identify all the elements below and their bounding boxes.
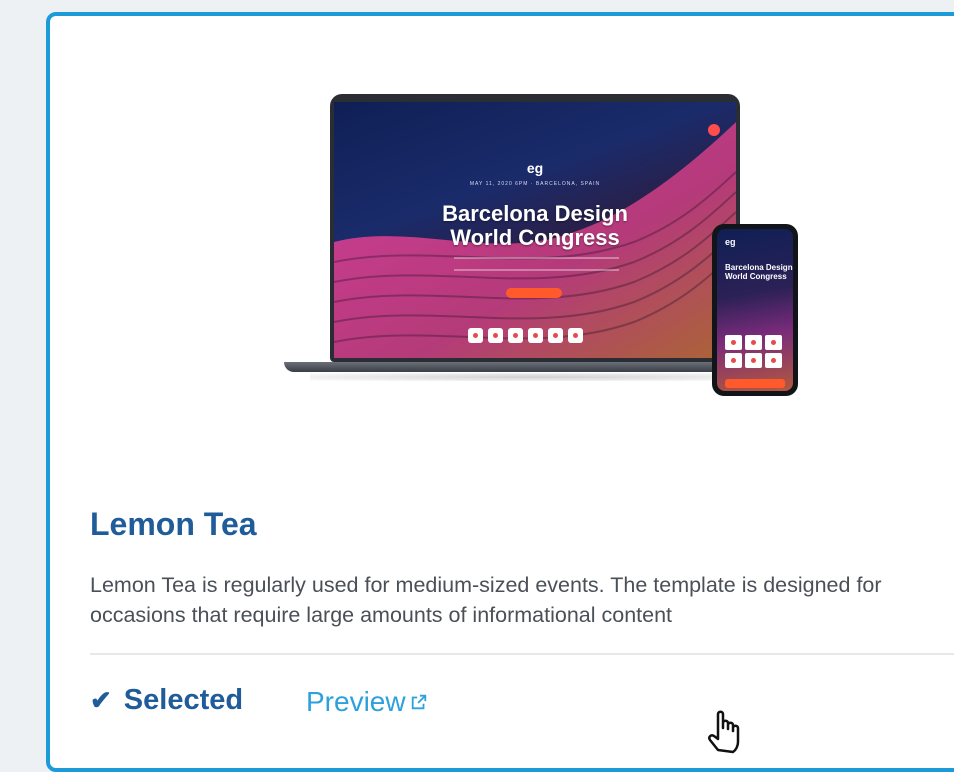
- template-title: Lemon Tea: [90, 506, 257, 542]
- phone-mockup: eg Barcelona Design World Congress: [712, 224, 798, 396]
- preview-label: Preview: [306, 686, 406, 717]
- phone-screen: eg Barcelona Design World Congress: [717, 229, 793, 391]
- preview-link[interactable]: Preview: [306, 686, 428, 718]
- mockup-icon-row: [468, 328, 583, 343]
- selected-status[interactable]: ✔ Selected: [90, 684, 243, 717]
- hand-pointer-cursor-icon: [708, 710, 740, 754]
- laptop-screen: eg MAY 11, 2020 6PM · BARCELONA, SPAIN B…: [334, 102, 736, 358]
- phone-logo: eg: [725, 237, 736, 247]
- mockup-title-line2: World Congress: [450, 225, 620, 250]
- laptop-shadow: [310, 373, 760, 381]
- laptop-base: [284, 362, 786, 372]
- laptop-mockup: eg MAY 11, 2020 6PM · BARCELONA, SPAIN B…: [330, 94, 740, 362]
- phone-cta: [725, 379, 785, 388]
- check-icon: ✔: [90, 685, 112, 715]
- mockup-logo: eg: [526, 160, 544, 176]
- template-preview-image: eg MAY 11, 2020 6PM · BARCELONA, SPAIN B…: [280, 90, 820, 420]
- template-description: Lemon Tea is regularly used for medium-s…: [90, 573, 882, 627]
- menu-dot-icon: [708, 124, 720, 136]
- divider: [90, 653, 954, 655]
- selected-label: Selected: [123, 684, 244, 716]
- phone-title: Barcelona Design World Congress: [725, 263, 793, 281]
- mockup-title: Barcelona Design World Congress: [334, 202, 736, 250]
- mockup-subtitle-lines: [454, 257, 619, 271]
- mockup-cta: [506, 288, 562, 298]
- external-link-icon: [411, 694, 426, 710]
- template-card[interactable]: eg MAY 11, 2020 6PM · BARCELONA, SPAIN B…: [46, 12, 954, 772]
- phone-icon-grid: [725, 335, 782, 368]
- mockup-meta: MAY 11, 2020 6PM · BARCELONA, SPAIN: [469, 181, 601, 187]
- mockup-title-line1: Barcelona Design: [442, 201, 628, 226]
